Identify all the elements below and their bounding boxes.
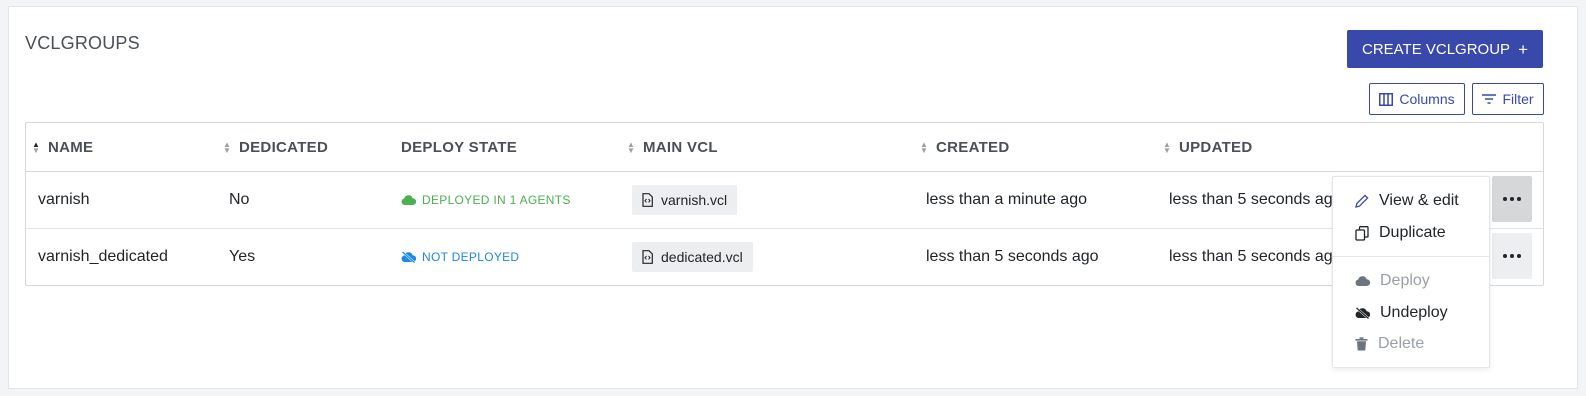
menu-item-deploy[interactable]: Deploy — [1333, 266, 1489, 296]
cell-updated: less than 5 seconds ago — [1169, 248, 1342, 265]
cell-deploy-state: DEPLOYED IN 1 AGENTS — [401, 172, 571, 228]
cell-main-vcl: dedicated.vcl — [632, 229, 753, 285]
trash-icon — [1355, 337, 1368, 351]
column-header-deploy-state-label: DEPLOY STATE — [401, 139, 518, 156]
vcl-file-name: dedicated.vcl — [661, 249, 743, 265]
menu-item-delete[interactable]: Delete — [1333, 329, 1489, 359]
page-title: VCLGROUPS — [25, 33, 140, 53]
filter-label: Filter — [1502, 91, 1534, 107]
vcl-file-chip[interactable]: varnish.vcl — [632, 185, 738, 215]
deploy-state-label: DEPLOYED IN 1 AGENTS — [422, 193, 571, 207]
column-header-main-vcl[interactable]: ▲ ▼ MAIN VCL — [627, 123, 718, 172]
column-header-updated[interactable]: ▲ ▼ UPDATED — [1163, 123, 1253, 172]
cell-dedicated: No — [229, 191, 250, 208]
create-vclgroup-label: CREATE VCLGROUP — [1361, 40, 1511, 58]
columns-icon — [1379, 92, 1394, 106]
column-header-name[interactable]: ▲ ▼ NAME — [32, 123, 93, 172]
copy-icon — [1355, 225, 1369, 241]
cloud-icon — [401, 195, 416, 205]
cloud-icon — [1355, 276, 1370, 286]
column-header-name-label: NAME — [48, 139, 94, 156]
menu-item-view-edit[interactable]: View & edit — [1333, 186, 1489, 216]
file-code-icon — [642, 250, 653, 264]
row-actions-menu: View & edit Duplicate Deploy Undeploy De… — [1332, 176, 1490, 368]
row-actions-button[interactable] — [1492, 233, 1532, 279]
cloud-off-icon — [1355, 307, 1370, 319]
more-horizontal-icon — [1503, 197, 1521, 201]
plus-icon: + — [1518, 39, 1529, 59]
deploy-state-label: NOT DEPLOYED — [422, 250, 520, 264]
menu-item-label: Delete — [1378, 335, 1425, 352]
menu-divider — [1333, 256, 1489, 257]
menu-item-label: Deploy — [1380, 272, 1430, 289]
columns-label: Columns — [1399, 91, 1455, 107]
cell-updated: less than 5 seconds ago — [1169, 191, 1342, 208]
cell-name: varnish_dedicated — [38, 248, 168, 265]
columns-button[interactable]: Columns — [1369, 83, 1465, 115]
more-horizontal-icon — [1503, 254, 1521, 258]
sort-icon: ▲ ▼ — [1163, 139, 1172, 155]
filter-button[interactable]: Filter — [1472, 83, 1544, 115]
menu-item-label: Undeploy — [1380, 304, 1448, 321]
column-header-main-vcl-label: MAIN VCL — [643, 139, 718, 156]
column-header-dedicated-label: DEDICATED — [239, 139, 329, 156]
cloud-off-icon — [401, 251, 416, 263]
cell-main-vcl: varnish.vcl — [632, 172, 738, 228]
table-header: ▲ ▼ NAME ▲ ▼ DEDICATED DEPLOY STATE ▲ ▼ MAI… — [26, 123, 1543, 172]
file-code-icon — [642, 193, 653, 207]
table-row[interactable]: varnish No DEPLOYED IN 1 AGENTS varnish.… — [26, 172, 1543, 229]
row-actions-button[interactable] — [1492, 176, 1532, 222]
menu-item-label: View & edit — [1379, 192, 1459, 209]
cell-deploy-state: NOT DEPLOYED — [401, 229, 519, 285]
sort-ascending-icon: ▲ ▼ — [32, 139, 41, 155]
vcl-file-chip[interactable]: dedicated.vcl — [632, 242, 753, 272]
vcl-file-name: varnish.vcl — [661, 192, 728, 208]
cell-created: less than a minute ago — [926, 191, 1087, 208]
menu-item-duplicate[interactable]: Duplicate — [1333, 218, 1489, 248]
cell-dedicated: Yes — [229, 248, 256, 265]
column-header-deploy-state: DEPLOY STATE — [401, 123, 517, 172]
filter-icon — [1482, 94, 1497, 104]
menu-item-undeploy[interactable]: Undeploy — [1333, 298, 1489, 328]
menu-item-label: Duplicate — [1379, 224, 1446, 241]
cell-created: less than 5 seconds ago — [926, 248, 1099, 265]
pencil-icon — [1355, 194, 1369, 208]
table-row[interactable]: varnish_dedicated Yes NOT DEPLOYED dedic… — [26, 229, 1543, 286]
sort-icon: ▲ ▼ — [627, 139, 636, 155]
sort-icon: ▲ ▼ — [920, 139, 929, 155]
sort-icon: ▲ ▼ — [223, 139, 232, 155]
create-vclgroup-button[interactable]: CREATE VCLGROUP + — [1347, 30, 1543, 68]
column-header-updated-label: UPDATED — [1179, 139, 1253, 156]
column-header-created[interactable]: ▲ ▼ CREATED — [920, 123, 1010, 172]
column-header-created-label: CREATED — [936, 139, 1010, 156]
cell-name: varnish — [38, 191, 90, 208]
vclgroups-table: ▲ ▼ NAME ▲ ▼ DEDICATED DEPLOY STATE ▲ ▼ MAI… — [25, 122, 1544, 286]
column-header-dedicated[interactable]: ▲ ▼ DEDICATED — [223, 123, 328, 172]
